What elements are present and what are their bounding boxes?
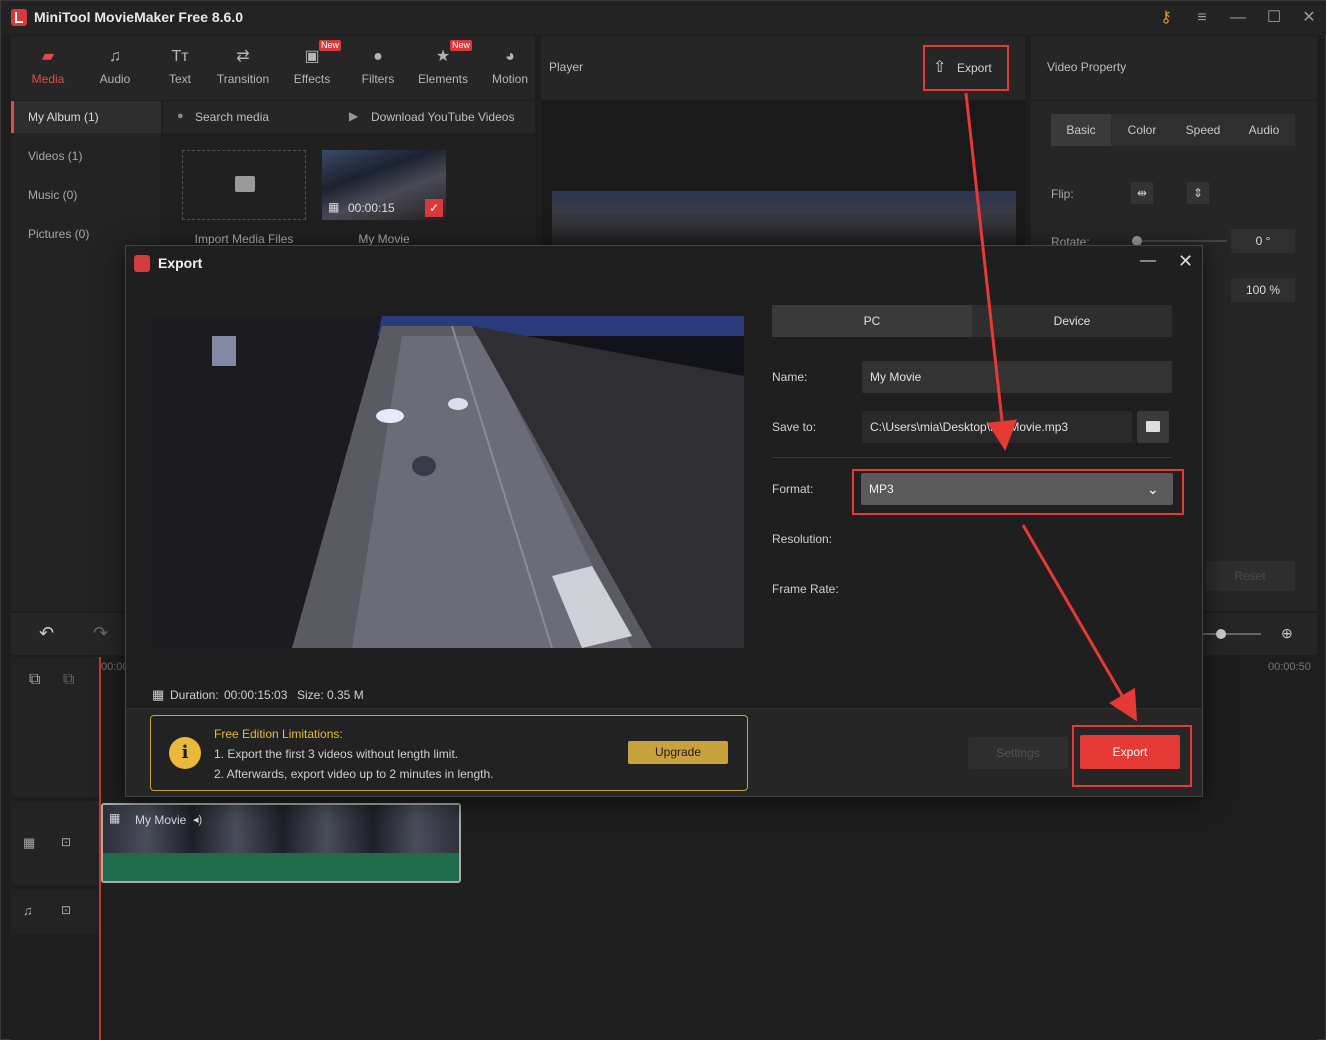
annotation-arrows bbox=[964, 92, 1138, 722]
arrow-to-export bbox=[1021, 524, 1138, 722]
arrow-to-format bbox=[964, 92, 1017, 451]
